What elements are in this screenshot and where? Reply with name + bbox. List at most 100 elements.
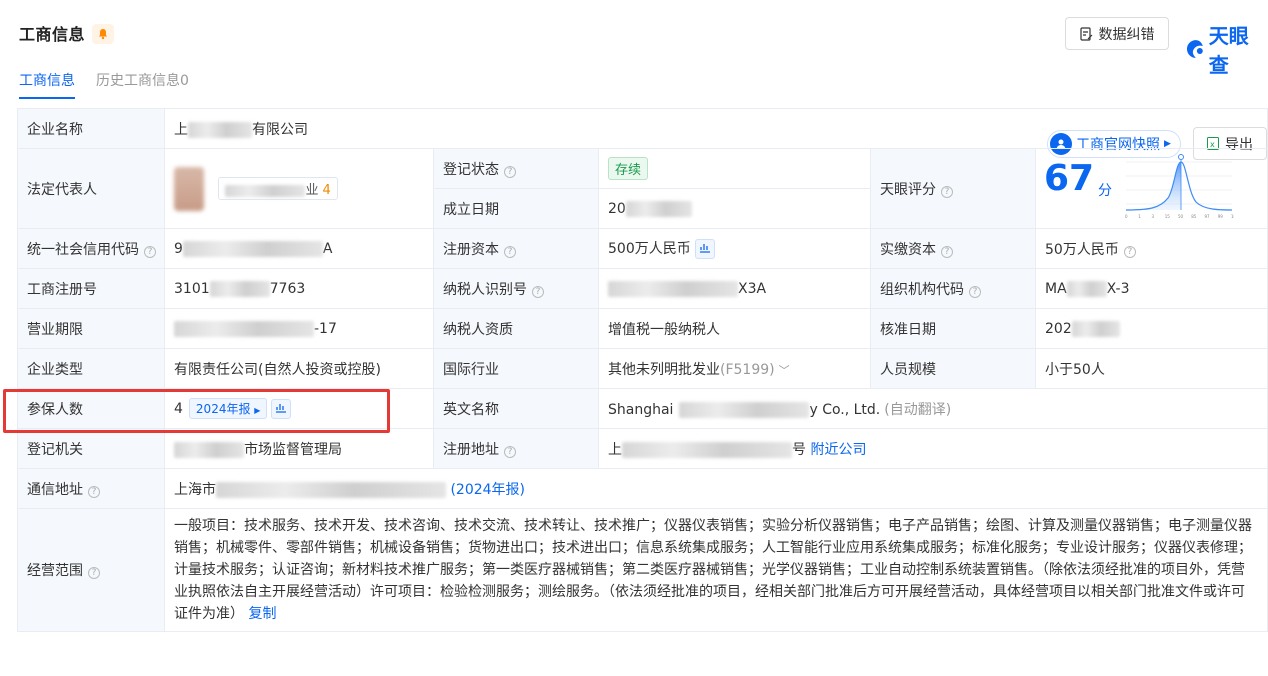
trend-chart-icon[interactable] xyxy=(271,399,292,419)
redacted-text xyxy=(216,481,446,498)
tab-history-business-info[interactable]: 历史工商信息0 xyxy=(96,70,189,90)
reg-authority-label: 登记机关 xyxy=(17,428,165,469)
avatar xyxy=(174,166,204,211)
copy-link[interactable]: 复制 xyxy=(248,606,276,622)
est-date-prefix: 20 xyxy=(608,200,626,217)
approval-date-prefix: 202 xyxy=(1045,320,1072,337)
legal-rep-tag-suffix: 业 xyxy=(305,183,319,198)
help-icon[interactable]: ? xyxy=(504,165,516,178)
company-type-label: 企业类型 xyxy=(17,348,165,389)
redacted-text xyxy=(174,320,314,337)
reg-address-label: 注册地址? xyxy=(433,428,599,469)
header: 工商信息 数据纠错 天眼查 xyxy=(0,0,1268,77)
reg-no-value: 3101 7763 xyxy=(164,268,434,309)
legal-rep-value[interactable]: 业4 xyxy=(164,148,434,229)
help-icon[interactable]: ? xyxy=(88,567,100,579)
bell-icon[interactable] xyxy=(92,24,114,44)
taxpayer-id-label: 纳税人识别号? xyxy=(433,268,599,309)
score-widget[interactable]: 67 分 0 1 3 15 50 85 97 99 100 xyxy=(1037,150,1267,228)
help-icon[interactable]: ? xyxy=(941,185,953,198)
paid-capital-label: 实缴资本? xyxy=(870,228,1036,269)
org-code-suffix: X-3 xyxy=(1106,280,1130,297)
trend-chart-icon[interactable] xyxy=(694,239,715,259)
data-correction-button[interactable]: 数据纠错 xyxy=(1065,17,1169,50)
score-label-text: 天眼评分 xyxy=(880,181,936,198)
table-row: 工商注册号 3101 7763 纳税人识别号? X3A 组织机构代码? MA X-3 xyxy=(17,268,1268,309)
score-value[interactable]: 67 分 0 1 3 15 50 85 97 99 100 xyxy=(1034,148,1268,229)
reg-capital-label-text: 注册资本 xyxy=(443,241,499,258)
tab-business-info[interactable]: 工商信息 xyxy=(19,70,75,99)
company-name-label: 企业名称 xyxy=(17,108,165,149)
credit-code-value: 9A xyxy=(164,228,434,269)
company-name-value: 上 有限公司 xyxy=(163,108,1268,149)
mail-address-label-text: 通信地址 xyxy=(27,481,83,498)
annual-report-link[interactable]: (2024年报) xyxy=(450,482,525,498)
chevron-down-icon[interactable]: ﹀ xyxy=(779,364,790,377)
redacted-text xyxy=(225,184,306,197)
reg-address-suffix: 号 xyxy=(792,441,806,458)
legal-rep-label: 法定代表人 xyxy=(17,148,165,229)
help-icon[interactable]: ? xyxy=(504,445,516,458)
reg-capital-text: 500万人民币 xyxy=(608,241,691,257)
redacted-text xyxy=(209,280,270,297)
english-name-suffix: y Co., Ltd. xyxy=(809,401,881,418)
help-icon[interactable]: ? xyxy=(88,485,100,498)
score-tick-label: 50 xyxy=(1178,214,1184,219)
staff-size-value: 小于50人 xyxy=(1034,348,1268,389)
staff-size-label: 人员规模 xyxy=(870,348,1036,389)
redacted-text xyxy=(679,401,810,418)
redacted-text xyxy=(174,441,244,458)
redacted-text xyxy=(622,441,792,458)
table-row: 企业名称 上 有限公司 xyxy=(17,108,1268,149)
score-number: 67 xyxy=(1044,157,1095,199)
reg-authority-suffix: 市场监督管理局 xyxy=(244,441,342,458)
credit-code-suffix: A xyxy=(322,240,333,257)
reg-capital-value: 500万人民币 xyxy=(598,228,871,269)
score-label: 天眼评分? xyxy=(870,148,1036,229)
score-tick-label: 97 xyxy=(1205,214,1211,219)
table-row: 通信地址? 上海市 (2024年报) xyxy=(17,468,1268,509)
annual-report-label: 2024年报 xyxy=(195,402,251,416)
redacted-text xyxy=(1071,320,1120,337)
score-tick-label: 0 xyxy=(1125,214,1128,219)
company-name-suffix: 有限公司 xyxy=(252,121,308,138)
reg-address-prefix: 上 xyxy=(608,441,622,458)
redacted-text xyxy=(625,200,692,217)
score-tick-label: 3 xyxy=(1152,214,1155,219)
org-code-label: 组织机构代码? xyxy=(870,268,1036,309)
paid-capital-label-text: 实缴资本 xyxy=(880,241,936,258)
est-date-label: 成立日期 xyxy=(433,188,599,229)
scope-label: 经营范围? xyxy=(17,508,165,632)
caret-right-icon: ▶ xyxy=(254,406,261,415)
mail-address-label: 通信地址? xyxy=(17,468,165,509)
reg-status-label: 登记状态? xyxy=(433,148,599,189)
insured-count: 4 xyxy=(174,401,183,417)
table-row: 法定代表人 业4 登记状态? 存续 天眼评分? 67 分 0 1 3 15 50… xyxy=(17,148,1268,229)
org-code-prefix: MA xyxy=(1045,280,1067,297)
taxpayer-id-value: X3A xyxy=(598,268,871,309)
nearby-companies-link[interactable]: 附近公司 xyxy=(810,442,866,458)
logo-icon xyxy=(1186,40,1203,58)
table-row: 经营范围? 一般项目：技术服务、技术开发、技术咨询、技术交流、技术转让、技术推广… xyxy=(17,508,1268,632)
approval-date-label: 核准日期 xyxy=(870,308,1036,349)
mail-address-prefix: 上海市 xyxy=(174,481,216,498)
help-icon[interactable]: ? xyxy=(1123,245,1136,258)
help-icon[interactable]: ? xyxy=(504,245,516,258)
tab-bar: 工商信息 历史工商信息0 工商官网快照 ▶ x 导出 xyxy=(0,64,1268,160)
reg-status-label-text: 登记状态 xyxy=(443,161,499,178)
redacted-text xyxy=(1066,280,1107,297)
reg-capital-label: 注册资本? xyxy=(433,228,599,269)
data-correction-label: 数据纠错 xyxy=(1098,26,1155,43)
org-code-label-text: 组织机构代码 xyxy=(880,281,964,298)
edit-doc-icon xyxy=(1079,26,1092,41)
table-row: 统一社会信用代码? 9A 注册资本? 500万人民币 实缴资本? 50万人民币? xyxy=(17,228,1268,269)
help-icon[interactable]: ? xyxy=(532,285,544,298)
help-icon[interactable]: ? xyxy=(969,285,981,298)
help-icon[interactable]: ? xyxy=(941,245,953,258)
table-row: 营业期限 -17 纳税人资质 增值税一般纳税人 核准日期 202 xyxy=(17,308,1268,349)
help-icon[interactable]: ? xyxy=(144,245,156,258)
annual-report-tag[interactable]: 2024年报 ▶ xyxy=(188,398,268,419)
industry-value[interactable]: 其他未列明批发业(F5199) ﹀ xyxy=(598,348,871,389)
credit-code-label: 统一社会信用代码? xyxy=(17,228,165,269)
legal-rep-tag[interactable]: 业4 xyxy=(218,177,338,200)
